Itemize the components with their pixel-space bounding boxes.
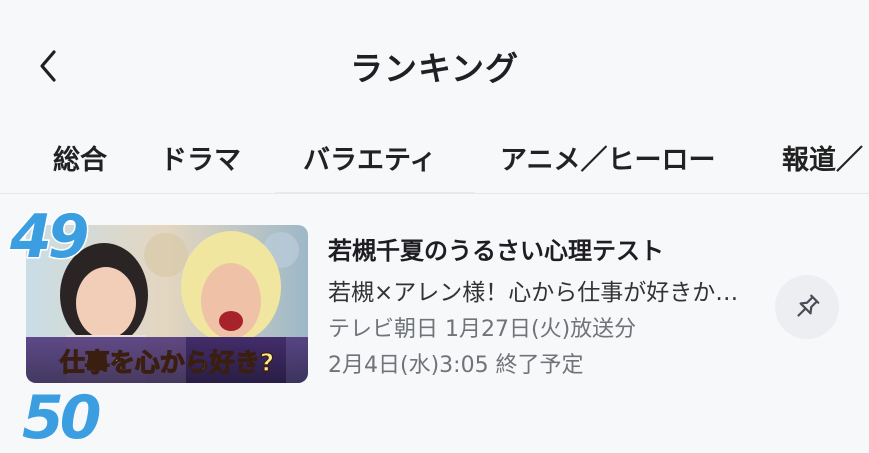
tab-anime-hero[interactable]: アニメ／ヒーロー bbox=[500, 138, 715, 177]
availability-end: 2月4日(水)3:05 終了予定 bbox=[328, 353, 584, 378]
pin-button[interactable] bbox=[775, 275, 839, 339]
broadcast-info: テレビ朝日 1月27日(火)放送分 bbox=[328, 317, 637, 342]
tab-indicator bbox=[275, 192, 475, 194]
tab-overall[interactable]: 総合 bbox=[53, 138, 107, 177]
header: ランキング bbox=[0, 0, 869, 125]
page-title: ランキング bbox=[349, 49, 519, 88]
tab-variety[interactable]: バラエティ bbox=[303, 138, 436, 177]
rank-number: 49 bbox=[9, 201, 91, 274]
episode-description: 若槻×アレン様！心から仕事が好きか… bbox=[328, 280, 739, 306]
program-title: 若槻千夏のうるさい心理テスト bbox=[328, 237, 664, 265]
thumbnail-caption: 仕事を心から好き? bbox=[59, 348, 275, 377]
pin-icon bbox=[797, 294, 820, 317]
tab-drama[interactable]: ドラマ bbox=[160, 138, 241, 177]
tab-news[interactable]: 報道／ bbox=[782, 138, 863, 177]
next-rank-number: 50 bbox=[22, 383, 101, 453]
ranking-row[interactable]: 仕事を心から好き? 49 若槻千夏のうるさい心理テスト 若槻×アレン様！心から仕… bbox=[0, 200, 869, 400]
category-tabs: 総合 ドラマ バラエティ アニメ／ヒーロー 報道／ bbox=[0, 130, 869, 192]
